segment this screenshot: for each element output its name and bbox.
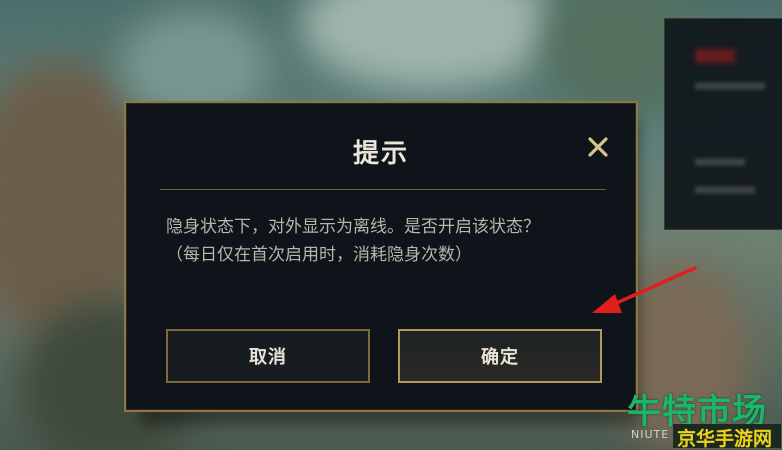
watermark-sub: 京华手游网 xyxy=(677,428,773,450)
game-scene: 提示 隐身状态下，对外显示为离线。是否开启该状态？ （每日仅在首次启用时，消耗隐… xyxy=(0,0,782,450)
watermark: 牛特市场 NIUTE 京华手游网 xyxy=(625,384,782,450)
watermark-small: NIUTE xyxy=(631,428,670,441)
red-arrow-icon xyxy=(592,266,697,313)
